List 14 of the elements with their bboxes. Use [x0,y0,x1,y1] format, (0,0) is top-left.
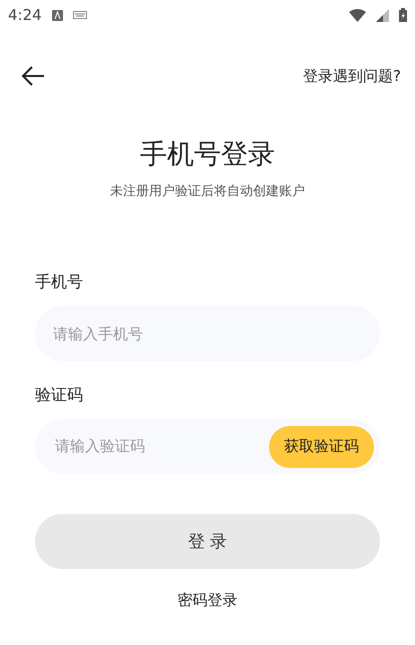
get-code-button[interactable]: 获取验证码 [269,426,374,468]
page-title: 手机号登录 [139,138,276,172]
help-link[interactable]: 登录遇到问题? [303,66,401,86]
status-time: 4:24 [8,6,42,24]
field-label: 验证码 [35,385,84,406]
keyboard-icon [72,11,87,19]
code-input-field[interactable]: 请输入验证码 [53,437,269,456]
field-label: 手机号 [35,272,84,293]
password-login-link[interactable]: 密码登录 [178,591,238,610]
phone-field[interactable]: 请输入手机号 [35,306,380,361]
battery-icon [399,8,407,22]
subtitle: 未注册用户验证后将自动创建账户 [109,183,306,200]
wifi-icon [349,8,366,22]
signal-icon [376,8,389,22]
